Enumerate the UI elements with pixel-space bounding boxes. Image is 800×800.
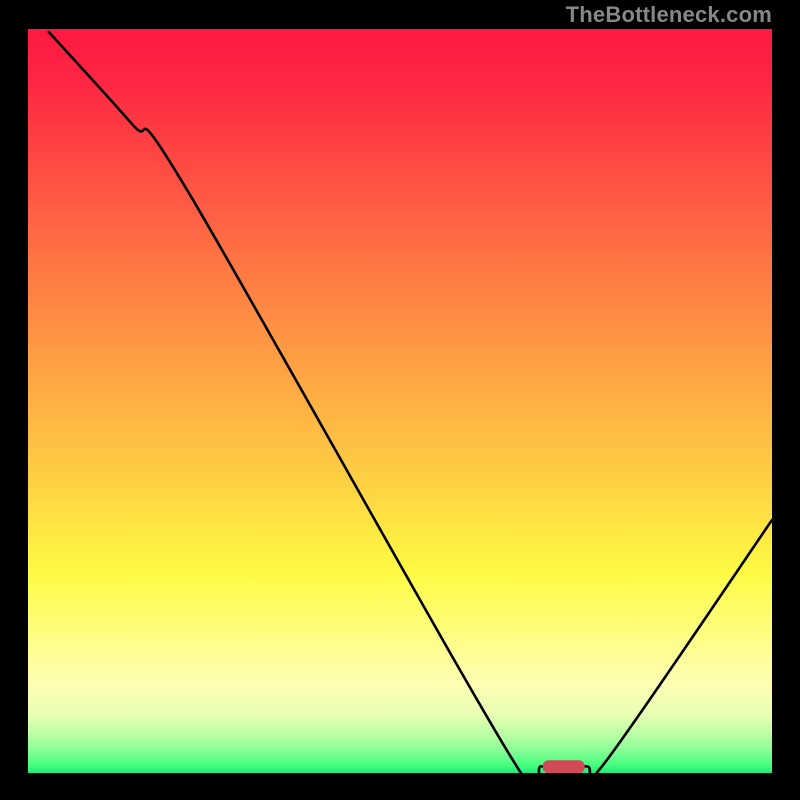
optimal-marker bbox=[543, 760, 585, 773]
watermark-text: TheBottleneck.com bbox=[566, 2, 772, 28]
plot-svg bbox=[28, 29, 772, 773]
plot-frame bbox=[25, 26, 775, 776]
gradient-background bbox=[28, 29, 772, 773]
